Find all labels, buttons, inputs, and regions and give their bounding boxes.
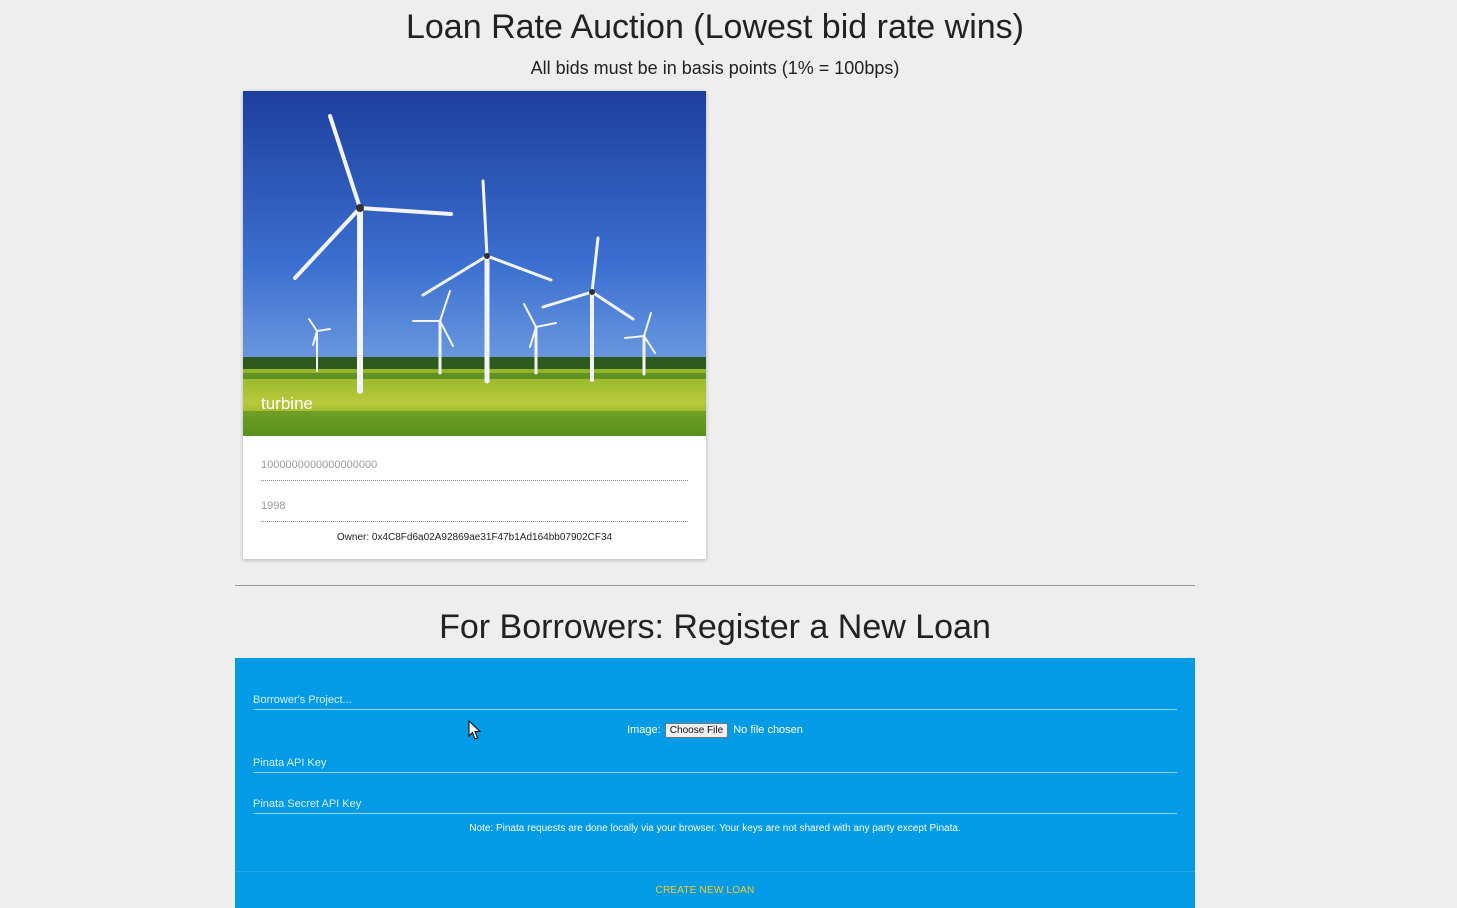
loan-card-image: turbine (243, 91, 706, 436)
loan-amount-field[interactable]: 1000000000000000000 (261, 459, 688, 481)
register-title: For Borrowers: Register a New Loan (439, 608, 991, 646)
borrower-project-input[interactable] (253, 680, 1177, 710)
pinata-api-key-input[interactable] (253, 743, 1177, 773)
image-upload-row: Image: Choose File No file chosen (235, 723, 1195, 738)
loan-owner-text: Owner: 0x4C8Fd6a02A92869ae31F47b1Ad164bb… (336, 532, 613, 543)
pinata-note: Note: Pinata requests are done locally v… (469, 823, 961, 834)
loan-card-title: turbine (261, 394, 313, 413)
mouse-cursor-icon (468, 720, 482, 740)
register-loan-form: Image: Choose File No file chosen Note: … (235, 658, 1195, 908)
pinata-secret-key-input[interactable] (253, 784, 1177, 814)
no-file-text: No file chosen (733, 724, 803, 736)
loan-rate-field[interactable]: 1998 (261, 500, 688, 522)
choose-file-button[interactable]: Choose File (664, 723, 729, 738)
page-subtitle: All bids must be in basis points (1% = 1… (530, 58, 900, 78)
section-divider (235, 585, 1195, 586)
wind-turbine-image (243, 91, 706, 436)
form-action-divider (235, 871, 1195, 872)
page-title: Loan Rate Auction (Lowest bid rate wins) (405, 8, 1024, 46)
create-new-loan-button[interactable]: CREATE NEW LOAN (235, 885, 1175, 896)
image-label: Image: (627, 724, 661, 736)
loan-card: turbine 1000000000000000000 1998 Owner: … (243, 91, 706, 559)
